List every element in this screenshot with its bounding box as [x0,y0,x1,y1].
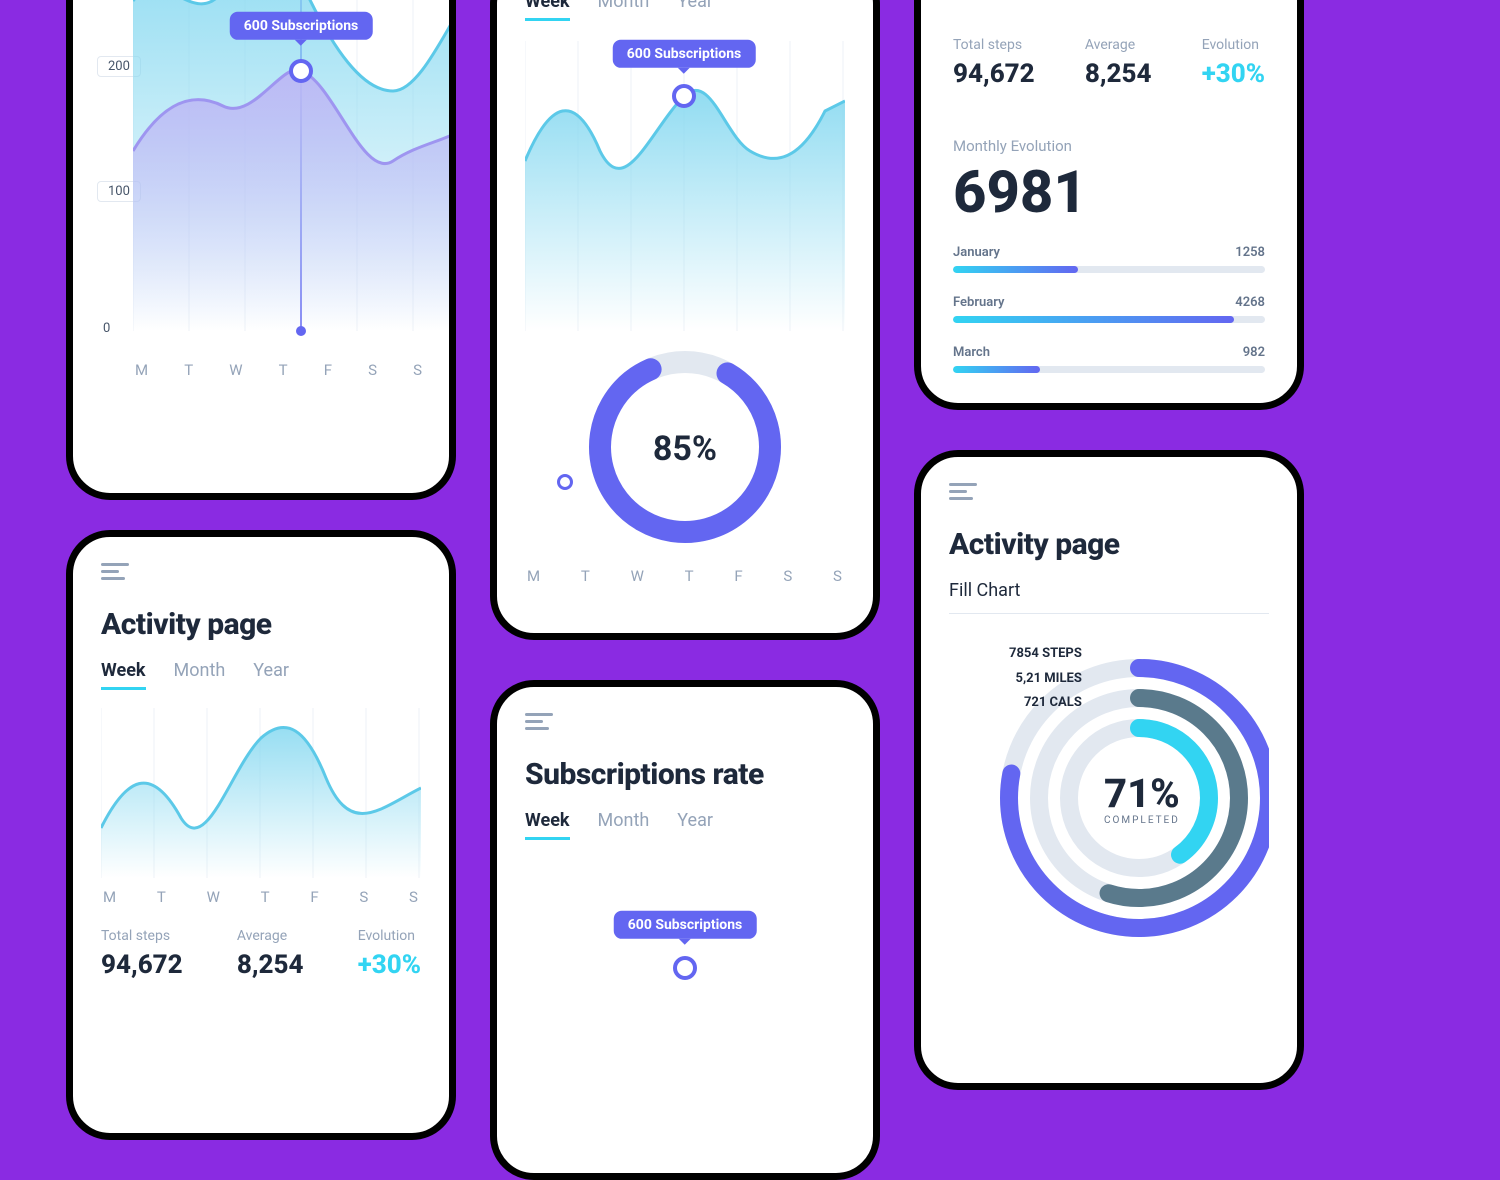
day-f: F [734,567,743,585]
menu-icon[interactable] [101,563,131,585]
day-m: M [135,361,149,379]
section-title: Fill Chart [949,580,1269,614]
bar-value: 982 [1243,345,1265,360]
fill-center: 71% COMPLETED [1104,770,1180,826]
stat-value: +30% [1202,59,1265,89]
donut-chart: 85% [525,337,845,557]
day-t: T [581,567,591,585]
tab-month[interactable]: Month [598,810,650,840]
x-axis: M T W T F S S [525,567,845,585]
label-cals: 721 CALS [1009,691,1082,716]
day-f: F [310,888,319,906]
chart-tooltip: 600 Subscriptions [613,40,756,68]
stat-evolution: Evolution +30% [358,928,421,980]
ytick-0: 0 [103,321,110,336]
donut-endpoint [557,474,573,490]
day-m: M [103,888,117,906]
chart-tooltip: 600 Subscriptions [230,12,373,40]
day-m: M [527,567,541,585]
tab-month[interactable]: Month [174,660,226,690]
fill-chart: 7854 STEPS 5,21 MILES 721 CALS 71% COMPL… [949,628,1269,948]
label-miles: 5,21 MILES [1009,667,1082,692]
day-t: T [157,888,167,906]
activity-area-chart [101,708,421,878]
page-title: Activity page [949,527,1269,562]
two-series-area-chart: 300 200 100 0 [97,0,425,351]
donut-percent: 85% [525,429,845,469]
stat-average: Average 8,254 [1085,37,1152,89]
stat-value: 94,672 [101,950,183,980]
series-point-marker [289,59,313,83]
bar-value: 1258 [1235,245,1265,260]
ring-labels: 7854 STEPS 5,21 MILES 721 CALS [1009,642,1082,716]
fill-caption: COMPLETED [1104,815,1180,826]
page-title: Activity page [101,607,421,642]
day-s2: S [833,567,843,585]
tab-week[interactable]: Week [525,0,570,21]
stats-row: Total steps 94,672 Average 8,254 Evoluti… [953,37,1265,89]
day-w: W [229,361,243,379]
bar-name: March [953,345,990,360]
tab-year[interactable]: Year [253,660,289,690]
tab-month[interactable]: Month [598,0,650,21]
day-w: W [631,567,645,585]
series-point-marker [673,956,697,980]
stat-average: Average 8,254 [237,928,304,980]
page-title: Subscriptions rate [525,757,845,792]
subscriptions-chart-peek: 600 Subscriptions [525,868,845,988]
time-range-tabs: Week Month Year [525,810,845,840]
day-s: S [783,567,793,585]
stat-evolution: Evolution +30% [1202,37,1265,89]
stat-label: Evolution [1202,37,1265,53]
bar-name: February [953,295,1005,310]
tab-week[interactable]: Week [101,660,146,690]
day-t2: T [279,361,289,379]
single-area-chart: 600 Subscriptions [525,41,845,331]
stat-label: Total steps [101,928,183,944]
stat-value: 8,254 [1085,59,1152,89]
menu-icon[interactable] [525,713,555,735]
day-w: W [207,888,221,906]
day-f: F [324,361,333,379]
monthly-evolution: Monthly Evolution 6981 January 1258 Febr… [953,137,1265,373]
chart-tooltip: 600 Subscriptions [614,911,757,939]
monthly-value: 6981 [953,159,1265,227]
bar-january: January 1258 [953,245,1265,273]
tab-year[interactable]: Year [677,810,713,840]
day-s: S [359,888,369,906]
bar-name: January [953,245,1000,260]
x-axis: M T W T F S S [133,361,425,379]
series-point-marker [672,84,696,108]
stat-total-steps: Total steps 94,672 [101,928,183,980]
label-steps: 7854 STEPS [1009,642,1082,667]
stat-label: Average [237,928,304,944]
stat-value: 94,672 [953,59,1035,89]
day-s2: S [409,888,419,906]
day-t: T [184,361,194,379]
monthly-label: Monthly Evolution [953,137,1265,155]
stat-value: 8,254 [237,950,304,980]
menu-icon[interactable] [949,483,979,505]
day-t2: T [685,567,695,585]
day-s: S [368,361,378,379]
stat-label: Average [1085,37,1152,53]
time-range-tabs: Week Month Year [525,0,845,21]
x-axis: M T W T F S S [101,888,421,906]
bar-march: March 982 [953,345,1265,373]
bar-february: February 4268 [953,295,1265,323]
stats-row: Total steps 94,672 Average 8,254 Evoluti… [101,928,421,980]
fill-percent: 71% [1104,770,1180,817]
stat-total-steps: Total steps 94,672 [953,37,1035,89]
stat-label: Total steps [953,37,1035,53]
stat-label: Evolution [358,928,421,944]
day-t2: T [261,888,271,906]
tab-year[interactable]: Year [677,0,713,21]
tab-week[interactable]: Week [525,810,570,840]
time-range-tabs: Week Month Year [101,660,421,690]
bar-value: 4268 [1235,295,1265,310]
stat-value: +30% [358,950,421,980]
day-s2: S [413,361,423,379]
